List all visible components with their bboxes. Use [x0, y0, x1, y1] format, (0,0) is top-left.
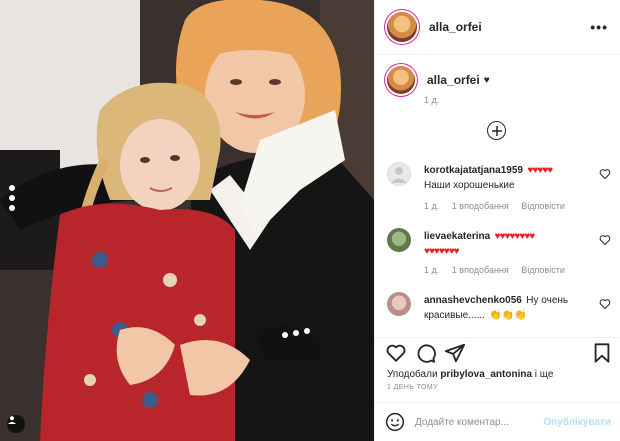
caption-username[interactable]: alla_orfei	[427, 73, 480, 87]
comment-input[interactable]	[415, 416, 535, 428]
comment-likes[interactable]: 1 вподобання	[452, 265, 509, 275]
likes-summary: Уподобали pribylova_antonina і ще	[387, 369, 553, 380]
photo-illustration	[0, 0, 374, 441]
share-icon[interactable]	[444, 342, 466, 364]
comment-emoji: 👏👏👏	[489, 310, 527, 321]
comment-reply-button[interactable]: Відповісти	[521, 265, 565, 275]
caption-time[interactable]: 1 д.	[424, 95, 439, 105]
comment-hearts-line2: ♥♥♥♥♥♥♥	[424, 246, 460, 257]
comment-reply-button[interactable]: Відповісти	[521, 201, 565, 211]
caption-avatar[interactable]	[387, 66, 415, 94]
post-caption: alla_orfei ♥	[387, 66, 607, 94]
more-options-icon[interactable]: •••	[590, 19, 608, 35]
comment-meta: 1 д. 1 вподобання Відповісти	[424, 265, 575, 275]
comment-username[interactable]: lievaekaterina	[424, 231, 490, 242]
publish-button[interactable]: Опублікувати	[543, 417, 611, 428]
comment-time[interactable]: 1 д.	[424, 265, 439, 275]
comment-like-heart-icon[interactable]	[599, 234, 611, 246]
comment-text: Наши хорошенькие	[424, 180, 515, 191]
comment-time[interactable]: 1 д.	[424, 201, 439, 211]
heart-icon[interactable]	[385, 342, 407, 364]
comment-hearts: ♥♥♥♥♥	[527, 165, 553, 176]
comment-username[interactable]: annashevchenko056	[424, 295, 522, 306]
emoji-icon[interactable]	[385, 412, 405, 432]
add-comment-bar: Опублікувати	[375, 402, 620, 441]
post-age[interactable]: 1 ДЕНЬ ТОМУ	[387, 384, 438, 391]
comment-avatar[interactable]	[387, 292, 411, 316]
caption-heart: ♥	[483, 74, 490, 86]
load-more-icon[interactable]	[487, 121, 506, 140]
author-username[interactable]: alla_orfei	[429, 20, 482, 34]
comment-like-heart-icon[interactable]	[599, 168, 611, 180]
bookmark-icon[interactable]	[591, 342, 613, 364]
post-panel: alla_orfei ••• alla_orfei ♥ 1 д. korotka…	[374, 0, 620, 441]
tagged-user-icon[interactable]	[7, 415, 25, 433]
likes-user[interactable]: pribylova_antonina	[440, 369, 532, 380]
likes-more[interactable]: і ще	[535, 369, 554, 380]
comment-icon[interactable]	[415, 342, 437, 364]
comment-meta: 1 д. 1 вподобання Відповісти	[424, 201, 575, 211]
comment-avatar[interactable]	[387, 228, 411, 252]
comment-likes[interactable]: 1 вподобання	[452, 201, 509, 211]
comment-username[interactable]: korotkajatatjana1959	[424, 165, 523, 176]
post-header: alla_orfei •••	[375, 0, 620, 55]
post-photo[interactable]	[0, 0, 374, 441]
author-avatar[interactable]	[387, 12, 417, 42]
comment-hearts: ♥♥♥♥♥♥♥♥	[494, 231, 535, 242]
comment-like-heart-icon[interactable]	[599, 298, 611, 310]
likes-prefix: Уподобали	[387, 369, 438, 380]
comment-avatar[interactable]	[387, 162, 411, 186]
post-actions	[375, 337, 620, 367]
